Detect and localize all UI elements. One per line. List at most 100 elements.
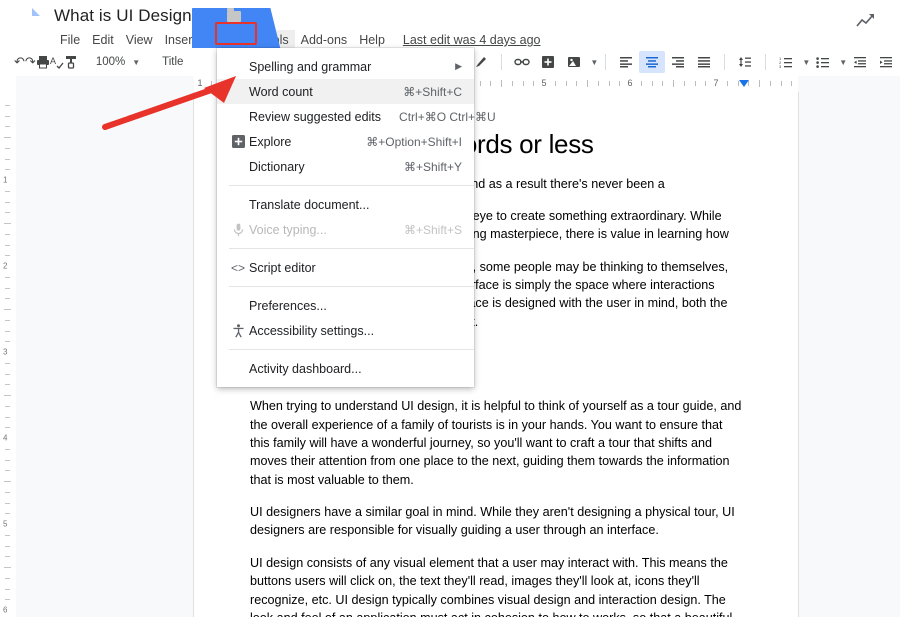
google-docs-window: What is UI Design ☆ File Edit View Inser… [0,0,900,617]
activity-trend-icon[interactable] [856,13,876,29]
align-center-icon[interactable] [639,51,665,73]
toolbar-divider [605,54,606,70]
menu-item-explore[interactable]: Explore⌘+Option+Shift+I [217,129,474,154]
ruler-tick-vertical [4,395,11,396]
insert-link-icon[interactable] [509,51,535,73]
ruler-tick [523,81,524,86]
ruler-tick-vertical [5,384,10,385]
ruler-tick-label: 5 [541,78,546,88]
ruler-tick-vertical [5,331,10,332]
menu-item-shortcut: Ctrl+⌘O Ctrl+⌘U [399,110,496,124]
ruler-tick-vertical [5,417,10,418]
ruler-tick-vertical [5,449,10,450]
ruler-tick-vertical [5,245,10,246]
ruler-tick [619,81,620,86]
menu-item-shortcut: ⌘+Shift+C [403,85,462,99]
ruler-tick-vertical [5,255,10,256]
align-right-icon[interactable] [665,51,691,73]
ruler-tick [727,81,728,86]
menu-item-voice-typing: Voice typing...⌘+Shift+S [217,217,474,242]
menu-separator [229,286,474,287]
menu-item-word-count[interactable]: Word count⌘+Shift+C [217,79,474,104]
ruler-tick-vertical [5,277,10,278]
google-docs-icon[interactable] [14,8,40,40]
zoom-level-value[interactable]: 100% [92,56,129,68]
ruler-tick-vertical [5,406,10,407]
ruler-tick [673,80,674,87]
menu-item-dictionary[interactable]: Dictionary⌘+Shift+Y [217,154,474,179]
ruler-tick-vertical [5,599,10,600]
title-and-menu-block: What is UI Design ☆ File Edit View Inser… [54,0,541,51]
ruler-tick-vertical [5,212,10,213]
ruler-tick-vertical [5,363,10,364]
bulleted-list-icon[interactable] [810,51,836,73]
ruler-tick-vertical [5,470,10,471]
align-justify-icon[interactable] [691,51,717,73]
menu-edit[interactable]: Edit [86,30,120,50]
menu-addons[interactable]: Add-ons [295,30,354,50]
print-icon[interactable] [36,51,50,73]
ruler-tick-vertical [5,105,10,106]
move-to-folder-icon[interactable] [227,11,241,22]
line-spacing-icon[interactable] [732,51,758,73]
menu-item-label: Voice typing... [249,223,386,237]
paint-format-icon[interactable] [64,51,78,73]
ruler-tick-label: 7 [713,78,718,88]
menu-item-review-suggested-edits[interactable]: Review suggested editsCtrl+⌘O Ctrl+⌘U [217,104,474,129]
document-paragraph: When trying to understand UI design, it … [250,397,742,489]
menu-item-translate-document[interactable]: Translate document... [217,192,474,217]
ruler-tick-vertical [5,116,10,117]
ruler-tick [512,81,513,86]
menu-item-label: Dictionary [249,160,386,174]
code-brackets-icon: <> [227,261,249,275]
document-title-row: What is UI Design ☆ [54,4,541,28]
menu-help[interactable]: Help [353,30,391,50]
menu-item-accessibility-settings[interactable]: Accessibility settings... [217,318,474,343]
ruler-tick [533,81,534,86]
menu-view[interactable]: View [120,30,159,50]
spelling-check-icon[interactable]: A [50,51,64,73]
vertical-ruler[interactable]: 123456 [0,92,16,617]
menu-item-label: Preferences... [249,299,462,313]
numbered-list-icon[interactable]: 123 [773,51,799,73]
svg-text:3: 3 [779,64,782,68]
page-title[interactable]: What is UI Design [54,6,192,26]
menu-item-spelling-and-grammar[interactable]: Spelling and grammar▶ [217,54,474,79]
redo-icon[interactable]: ↷ [25,51,36,73]
undo-icon[interactable]: ↶ [14,51,25,73]
chevron-down-icon[interactable]: ▼ [839,58,847,67]
last-edit-link[interactable]: Last edit was 4 days ago [403,33,541,47]
ruler-tick-vertical [5,341,10,342]
explore-icon [227,135,249,148]
ruler-tick-vertical [4,567,11,568]
ruler-tick-vertical [5,578,10,579]
ruler-tick-vertical [4,223,11,224]
right-indent-marker[interactable] [739,80,749,87]
document-paragraph: UI design consists of any visual element… [250,554,742,617]
add-comment-icon[interactable] [535,51,561,73]
indent-increase-icon[interactable] [873,51,899,73]
chevron-right-icon: ▶ [455,61,462,72]
chevron-down-icon[interactable]: ▼ [802,58,810,67]
chevron-down-icon[interactable]: ▼ [590,58,598,67]
ruler-tick [587,80,588,87]
paragraph-style-value[interactable]: Title [154,56,191,68]
chevron-down-icon[interactable]: ▼ [132,58,140,67]
tools-dropdown-menu[interactable]: Spelling and grammar▶Word count⌘+Shift+C… [217,48,474,387]
indent-decrease-icon[interactable] [847,51,873,73]
insert-image-icon[interactable] [561,51,587,73]
menu-item-activity-dashboard[interactable]: Activity dashboard... [217,356,474,381]
menu-item-script-editor[interactable]: <>Script editor [217,255,474,280]
menu-item-preferences[interactable]: Preferences... [217,293,474,318]
menu-file[interactable]: File [54,30,86,50]
align-left-icon[interactable] [613,51,639,73]
ruler-tick-vertical [5,535,10,536]
red-arrow-annotation [100,76,240,132]
ruler-tick [652,81,653,86]
ruler-tick [791,81,792,86]
ruler-tick [576,81,577,86]
ruler-tick-vertical [5,191,10,192]
ruler-tick-label-vertical: 1 [3,176,7,185]
menu-item-label: Spelling and grammar [249,60,455,74]
ruler-tick-vertical [4,481,11,482]
